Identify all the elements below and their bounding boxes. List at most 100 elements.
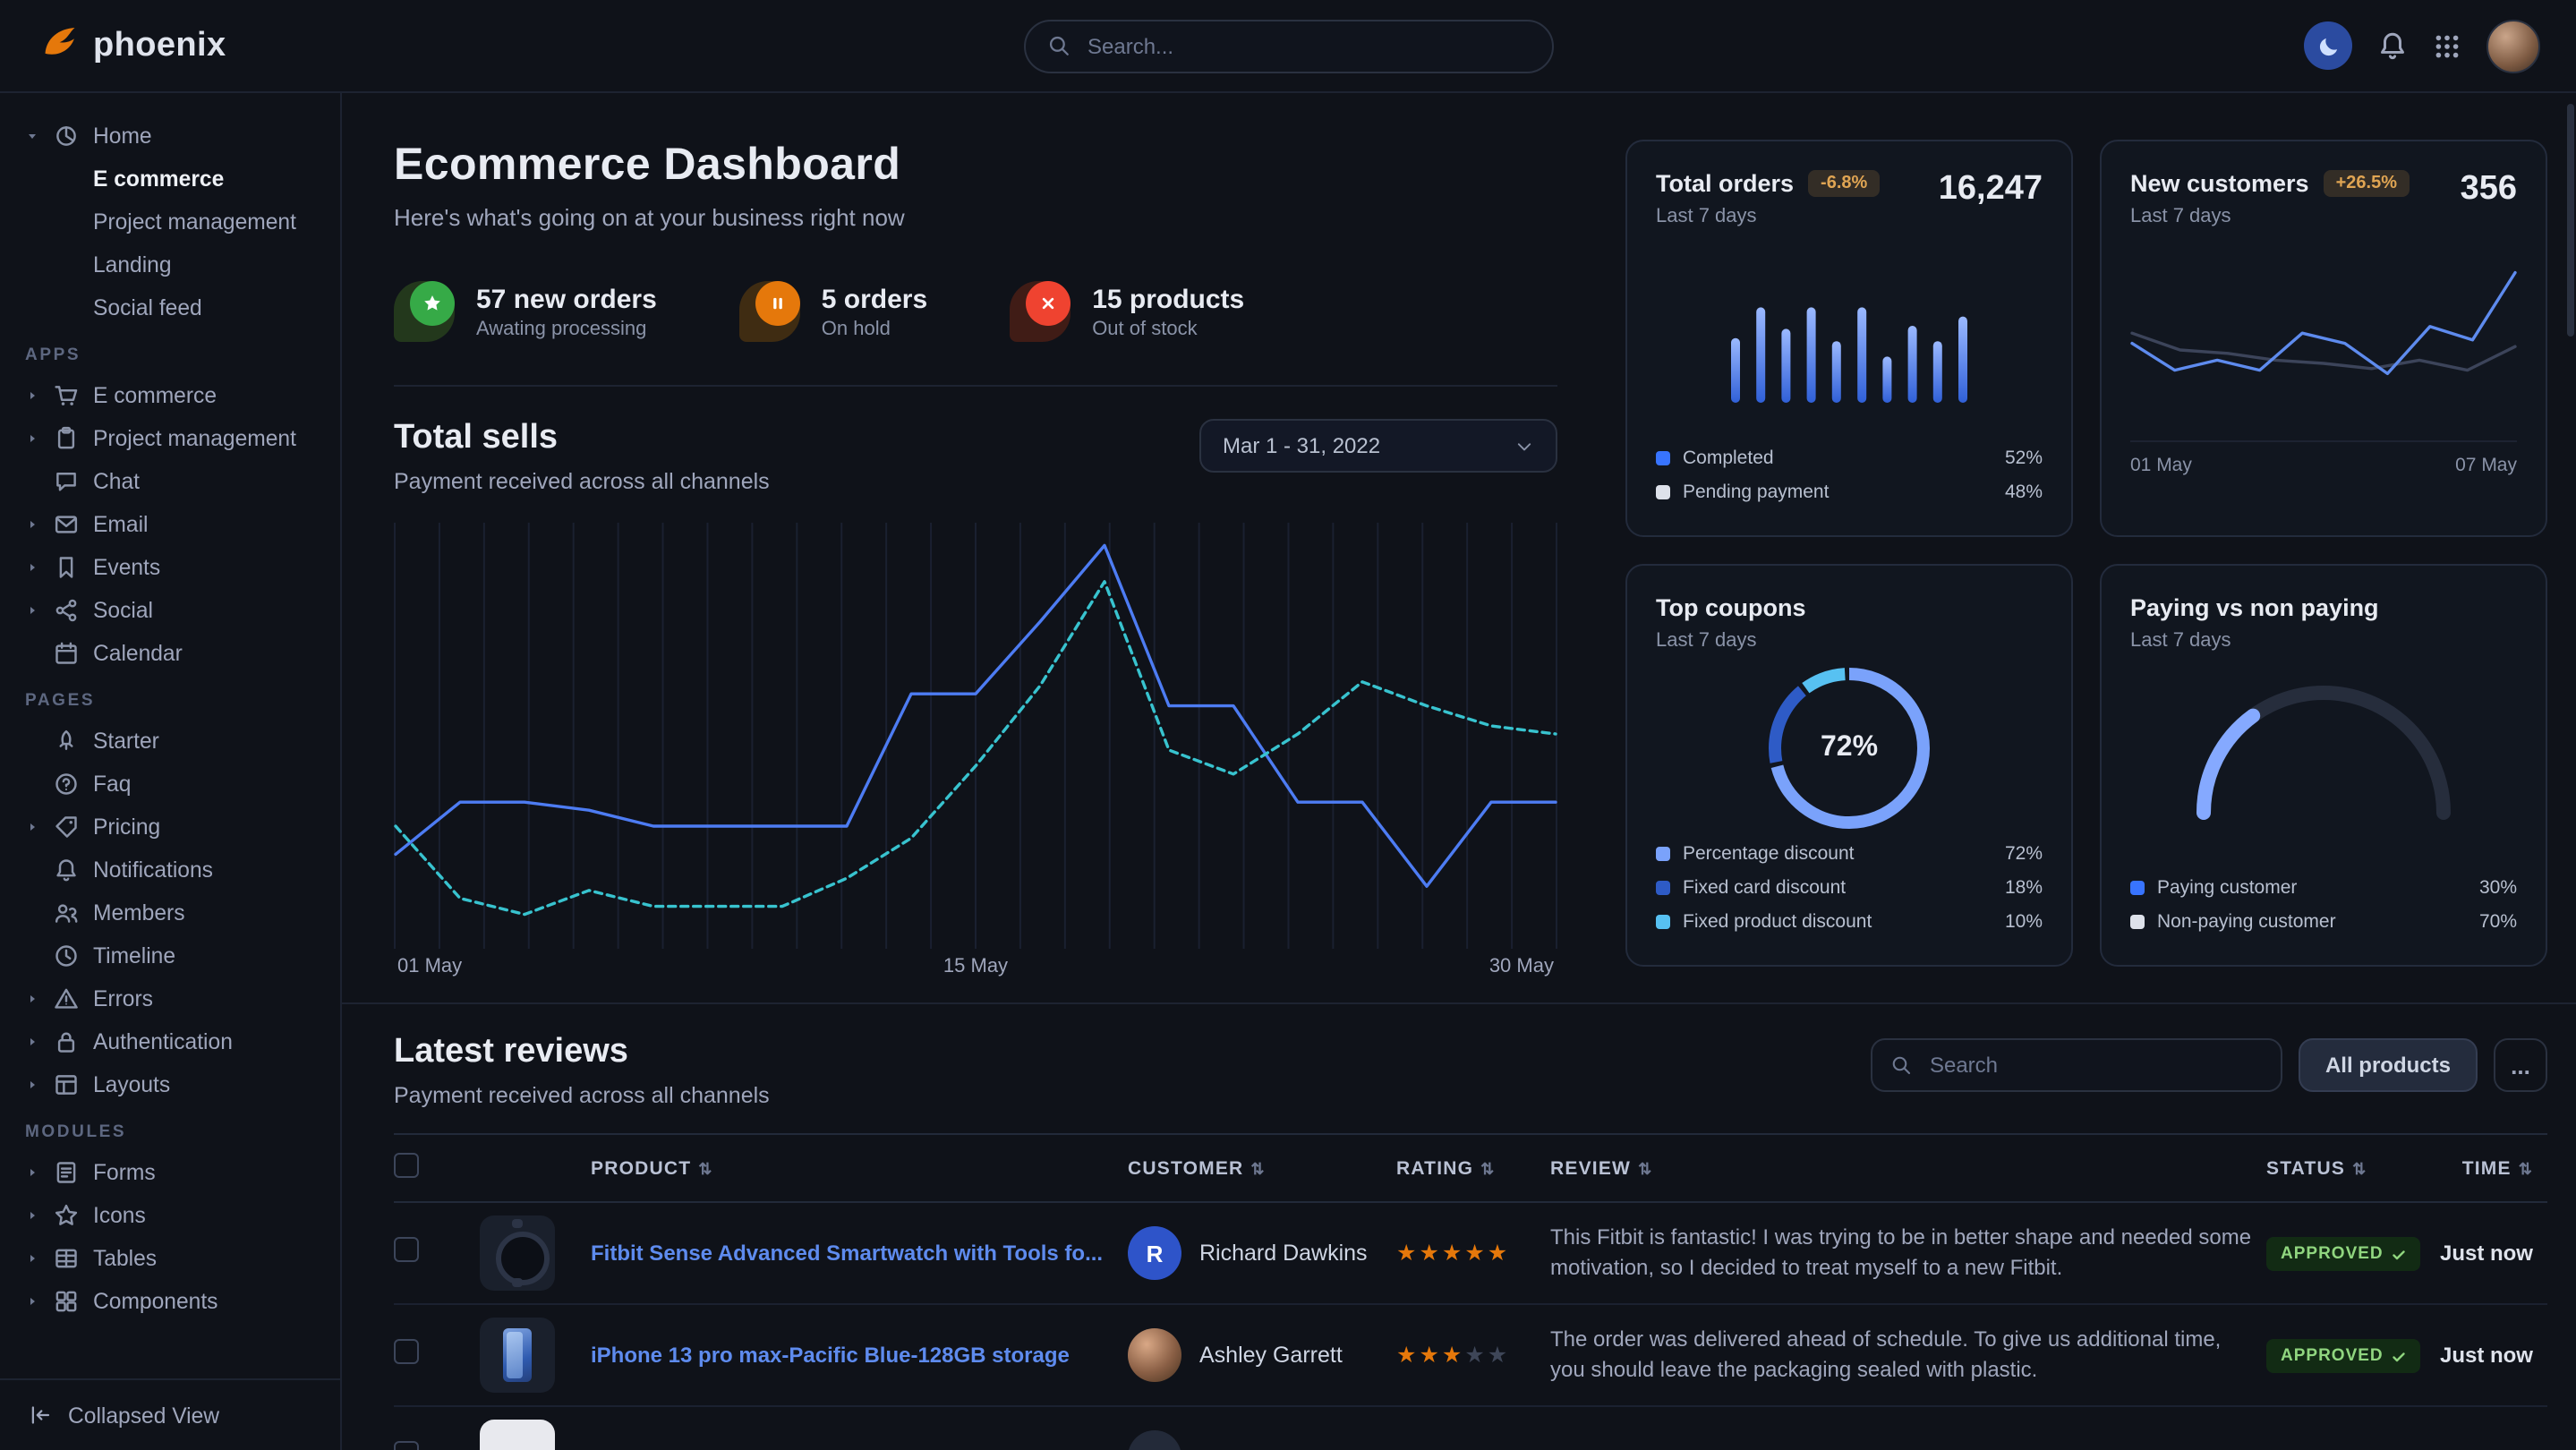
sidebar-item-label: Faq: [93, 772, 131, 797]
sidebar-item-events[interactable]: Events: [14, 546, 326, 589]
sidebar-item-errors[interactable]: Errors: [14, 977, 326, 1020]
sidebar-item-label: Layouts: [93, 1072, 170, 1097]
page-title: Ecommerce Dashboard: [394, 140, 1557, 192]
column-header-review[interactable]: REVIEW⇅: [1550, 1134, 2266, 1202]
column-header-time[interactable]: TIME⇅: [2438, 1134, 2547, 1202]
rating-stars: ★★★★★: [1396, 1304, 1550, 1406]
sort-icon: ⇅: [1638, 1159, 1652, 1177]
column-header-customer[interactable]: CUSTOMER⇅: [1128, 1134, 1396, 1202]
chat-icon: [54, 469, 79, 494]
tag-icon: [54, 815, 79, 840]
paying-vs-nonpaying-card: Paying vs non paying Last 7 days Paying …: [2100, 564, 2547, 967]
sidebar-item-notifications[interactable]: Notifications: [14, 849, 326, 891]
sidebar-item-authentication[interactable]: Authentication: [14, 1020, 326, 1063]
column-header-product[interactable]: PRODUCT⇅: [591, 1134, 1128, 1202]
customer-avatar[interactable]: [1128, 1328, 1181, 1382]
moon-icon: [2316, 33, 2341, 58]
row-checkbox[interactable]: [394, 1338, 419, 1363]
product-image[interactable]: [480, 1215, 555, 1291]
sidebar-item-components[interactable]: Components: [14, 1280, 326, 1323]
x-tick: 30 May: [1489, 956, 1554, 977]
sidebar-item-icons[interactable]: Icons: [14, 1194, 326, 1237]
reviews-controls: All products ...: [1871, 1038, 2547, 1092]
sidebar-item-calendar[interactable]: Calendar: [14, 632, 326, 675]
app: phoenix Home E commerceProject managemen…: [0, 0, 2576, 1450]
sidebar-item-label: Icons: [93, 1203, 146, 1228]
global-search[interactable]: [1023, 19, 1553, 72]
caret-right-icon: [25, 992, 39, 1006]
select-all-checkbox[interactable]: [394, 1153, 419, 1178]
sidebar-item-label: Starter: [93, 729, 159, 754]
product-link[interactable]: Fitbit Sense Advanced Smartwatch with To…: [591, 1241, 1110, 1266]
top-coupons-donut: 72%: [1767, 666, 1932, 831]
customer-avatar[interactable]: R: [1128, 1226, 1181, 1280]
product-image[interactable]: [480, 1318, 555, 1393]
product-image[interactable]: [480, 1420, 555, 1450]
latest-reviews-subtitle: Payment received across all channels: [394, 1083, 770, 1108]
sidebar-item-layouts[interactable]: Layouts: [14, 1063, 326, 1106]
notifications-button[interactable]: [2377, 30, 2408, 61]
star-filled-icon: ★: [1419, 1343, 1441, 1368]
sidebar-subitem-e-commerce[interactable]: E commerce: [14, 158, 326, 200]
legend-value: 30%: [2479, 877, 2517, 899]
column-header-rating[interactable]: RATING⇅: [1396, 1134, 1550, 1202]
row-checkbox[interactable]: [394, 1440, 419, 1450]
collapse-view-toggle[interactable]: Collapsed View: [0, 1378, 340, 1450]
star-filled-icon: ★: [1488, 1241, 1510, 1266]
sidebar-item-email[interactable]: Email: [14, 503, 326, 546]
user-avatar[interactable]: [2486, 19, 2540, 72]
page-subtitle: Here's what's going on at your business …: [394, 204, 1557, 231]
sidebar-subitem-landing[interactable]: Landing: [14, 243, 326, 286]
legend-swatch: [1656, 915, 1670, 929]
reviews-search-input[interactable]: [1926, 1051, 2263, 1079]
sidebar-subitem-project-management[interactable]: Project management: [14, 200, 326, 243]
brand-logo[interactable]: phoenix: [36, 20, 226, 72]
stat-caption: On hold: [822, 318, 927, 339]
date-range-select[interactable]: Mar 1 - 31, 2022: [1199, 419, 1557, 473]
sidebar-item-members[interactable]: Members: [14, 891, 326, 934]
customer-avatar[interactable]: [1128, 1430, 1181, 1450]
product-link[interactable]: iPhone 13 pro max-Pacific Blue-128GB sto…: [591, 1343, 1110, 1368]
stats-row: 57 new ordersAwating processing5 ordersO…: [394, 281, 1557, 342]
legend-label: Fixed product discount: [1683, 911, 1872, 933]
total-orders-card: Total orders -6.8% Last 7 days 16,247 Co…: [1625, 140, 2073, 537]
column-header-status[interactable]: STATUS⇅: [2266, 1134, 2438, 1202]
legend-label: Pending payment: [1683, 482, 1829, 503]
card-title: Top coupons: [1656, 594, 1806, 621]
change-badge: +26.5%: [2324, 170, 2410, 197]
star-filled-icon: ★: [1396, 1241, 1419, 1266]
reviews-search[interactable]: [1871, 1038, 2282, 1092]
sidebar-item-tables[interactable]: Tables: [14, 1237, 326, 1280]
sidebar-item-pricing[interactable]: Pricing: [14, 806, 326, 849]
star-filled-icon: ★: [1442, 1241, 1464, 1266]
sidebar-item-e-commerce[interactable]: E commerce: [14, 374, 326, 417]
new-customers-x-axis: 01 May 07 May: [2130, 440, 2517, 476]
legend-item: Paying customer30%: [2130, 874, 2517, 902]
paying-legend: Paying customer30%Non-paying customer70%: [2130, 874, 2517, 936]
sidebar-item-chat[interactable]: Chat: [14, 460, 326, 503]
sidebar-item-project-management[interactable]: Project management: [14, 417, 326, 460]
sidebar-item-social[interactable]: Social: [14, 589, 326, 632]
apps-grid-button[interactable]: [2433, 31, 2461, 60]
sidebar-item-label: Events: [93, 555, 160, 580]
more-actions-button[interactable]: ...: [2494, 1038, 2547, 1092]
search-input[interactable]: [1084, 31, 1530, 60]
theme-toggle-button[interactable]: [2304, 21, 2352, 70]
sidebar-subitem-social-feed[interactable]: Social feed: [14, 286, 326, 329]
all-products-button[interactable]: All products: [2299, 1038, 2478, 1092]
sidebar-item-timeline[interactable]: Timeline: [14, 934, 326, 977]
top-coupons-card: Top coupons Last 7 days 72% Percentage d…: [1625, 564, 2073, 967]
row-checkbox[interactable]: [394, 1236, 419, 1261]
question-icon: [54, 772, 79, 797]
star-filled-icon: ★: [1396, 1343, 1419, 1368]
sidebar-item-home[interactable]: Home: [14, 115, 326, 158]
sidebar-item-label: Members: [93, 900, 185, 925]
stat-awating-processing: 57 new ordersAwating processing: [394, 281, 657, 342]
share-icon: [54, 598, 79, 623]
customer-name: Richard Dawkins: [1199, 1241, 1368, 1266]
sidebar-item-forms[interactable]: Forms: [14, 1151, 326, 1194]
scrollbar[interactable]: [2567, 104, 2574, 337]
sidebar-item-starter[interactable]: Starter: [14, 720, 326, 763]
sidebar-item-faq[interactable]: Faq: [14, 763, 326, 806]
card-title: Total orders: [1656, 170, 1794, 197]
